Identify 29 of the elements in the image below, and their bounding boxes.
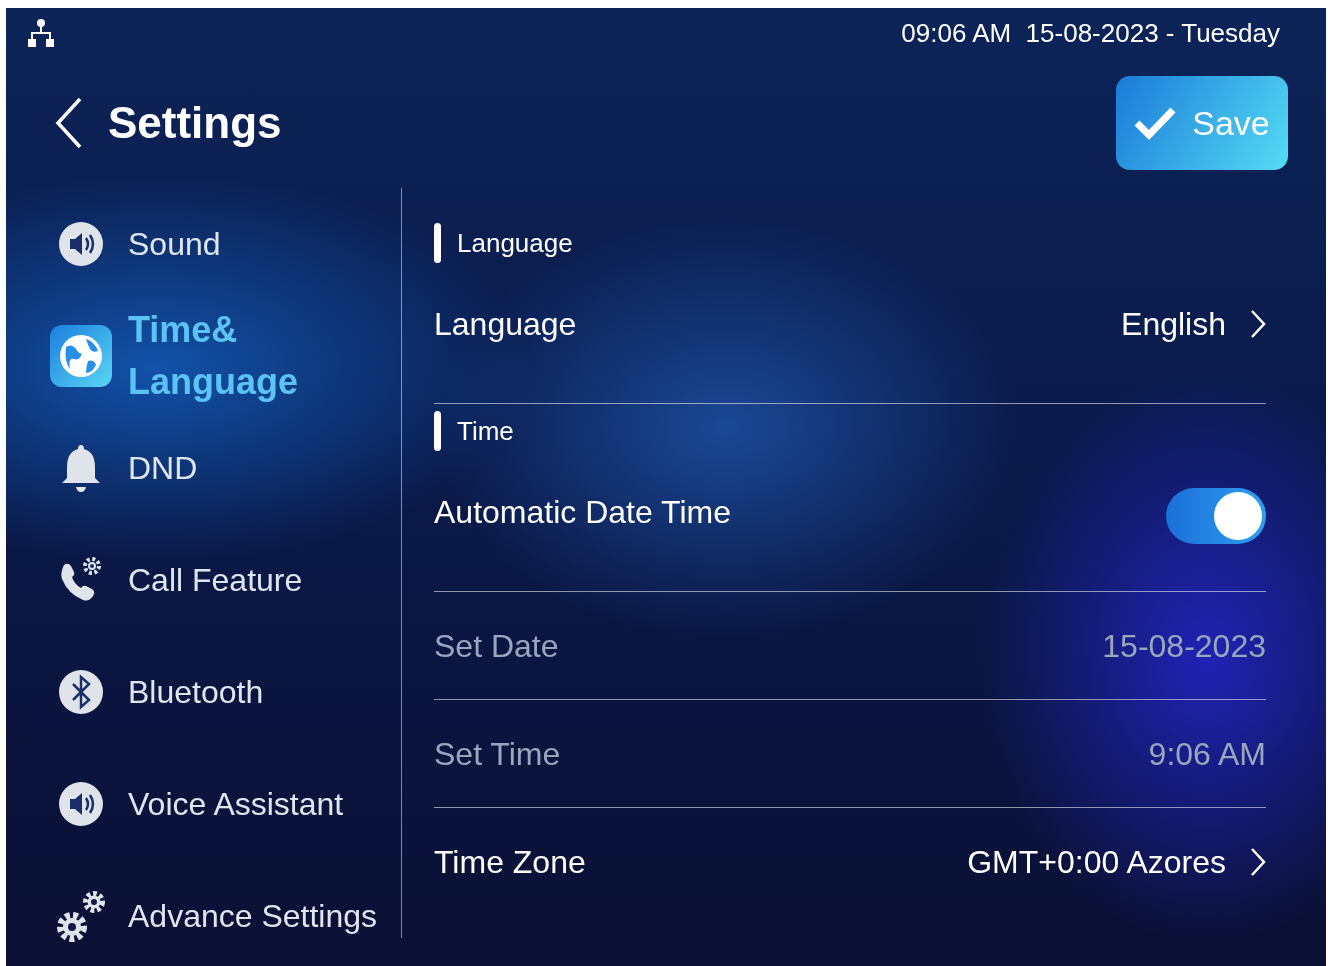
- sidebar-item[interactable]: Time& Language: [6, 300, 401, 412]
- page-title: Settings: [108, 97, 282, 149]
- section-heading: Time: [457, 414, 514, 448]
- network-icon: [28, 19, 54, 47]
- setting-value-link[interactable]: GMT+0:00 Azores: [967, 838, 1266, 886]
- sidebar-item[interactable]: Bluetooth: [6, 636, 401, 748]
- back-button[interactable]: [54, 97, 84, 149]
- setting-label: Set Time: [434, 734, 561, 774]
- sidebar-item[interactable]: Advance Settings: [6, 860, 401, 966]
- setting-label: Time Zone: [434, 843, 586, 882]
- chevron-right-icon: [1250, 847, 1266, 877]
- sidebar-item[interactable]: Call Feature: [6, 524, 401, 636]
- setting-label: Set Date: [434, 626, 559, 666]
- check-icon: [1134, 106, 1177, 140]
- sidebar-item[interactable]: DND: [6, 412, 401, 524]
- setting-value: 9:06 AM: [1148, 734, 1266, 774]
- setting-value-link[interactable]: English: [1121, 300, 1266, 348]
- section-heading: Language: [457, 226, 573, 260]
- status-datetime: 09:06 AM 15-08-2023 - Tuesday: [901, 16, 1280, 50]
- back-icon: [54, 97, 84, 149]
- section-marker: [434, 411, 441, 451]
- section-marker: [434, 223, 441, 263]
- setting-value: 15-08-2023: [1102, 626, 1266, 666]
- setting-label: Automatic Date Time: [434, 493, 731, 532]
- sidebar-item[interactable]: Sound: [6, 188, 401, 300]
- sidebar-item[interactable]: Voice Assistant: [6, 748, 401, 860]
- toggle-switch[interactable]: [1166, 488, 1266, 544]
- setting-label: Language: [434, 305, 577, 344]
- chevron-right-icon: [1250, 309, 1266, 339]
